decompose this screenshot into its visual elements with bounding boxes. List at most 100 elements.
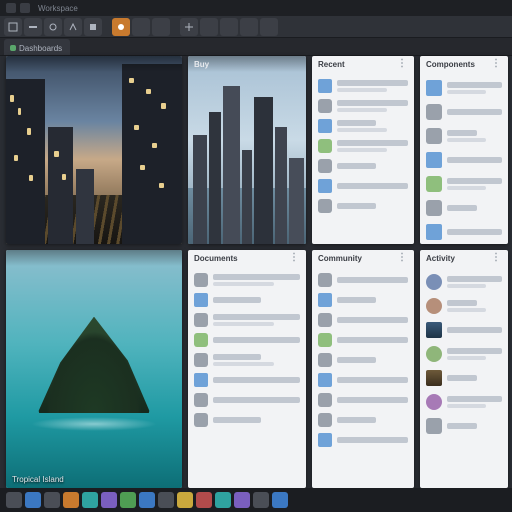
taskbar-app[interactable] — [63, 492, 79, 508]
list-item[interactable] — [318, 430, 408, 450]
menu-icon[interactable]: ⋮ — [491, 59, 502, 69]
taskbar-app[interactable] — [253, 492, 269, 508]
menu-icon[interactable]: ⋮ — [397, 59, 408, 69]
panel-title: Community — [318, 254, 362, 263]
taskbar-app[interactable] — [82, 492, 98, 508]
panel-title: Buy — [194, 60, 209, 69]
toolbar-button[interactable] — [240, 18, 258, 36]
workspace-grid: Buy Recent ⋮ Components ⋮ — [6, 56, 508, 488]
taskbar-app[interactable] — [44, 492, 60, 508]
taskbar-app[interactable] — [139, 492, 155, 508]
toolbar-button[interactable] — [152, 18, 170, 36]
taskbar-app[interactable] — [196, 492, 212, 508]
window-control-icon[interactable] — [20, 3, 30, 13]
taskbar-app[interactable] — [234, 492, 250, 508]
panel-image-island[interactable]: Tropical Island — [6, 250, 182, 488]
start-button[interactable] — [6, 492, 22, 508]
item-icon — [318, 293, 332, 307]
item-icon — [194, 273, 208, 287]
item-icon — [426, 200, 442, 216]
toolbar-button[interactable] — [132, 18, 150, 36]
taskbar-app[interactable] — [101, 492, 117, 508]
tab-status-icon — [10, 45, 16, 51]
list-item[interactable] — [426, 270, 502, 294]
item-icon — [426, 152, 442, 168]
avatar-icon — [426, 394, 442, 410]
activity-list — [420, 266, 508, 488]
menu-icon[interactable]: ⋮ — [289, 253, 300, 263]
item-icon — [318, 199, 332, 213]
list-item[interactable] — [194, 410, 300, 430]
panel-components: Components ⋮ — [420, 56, 508, 244]
item-icon — [194, 413, 208, 427]
tab-dashboards[interactable]: Dashboards — [4, 39, 70, 55]
taskbar-app[interactable] — [158, 492, 174, 508]
list-item[interactable] — [318, 96, 408, 116]
recent-list — [312, 72, 414, 244]
list-item[interactable] — [194, 290, 300, 310]
toolbar-button[interactable] — [180, 18, 198, 36]
list-item[interactable] — [318, 350, 408, 370]
list-item[interactable] — [426, 220, 502, 244]
toolbar-button[interactable] — [220, 18, 238, 36]
taskbar-app[interactable] — [177, 492, 193, 508]
toolbar-button[interactable] — [84, 18, 102, 36]
list-item[interactable] — [318, 330, 408, 350]
list-item[interactable] — [318, 136, 408, 156]
list-item[interactable] — [426, 414, 502, 438]
taskbar-app[interactable] — [25, 492, 41, 508]
list-item[interactable] — [194, 390, 300, 410]
list-item[interactable] — [318, 156, 408, 176]
list-item[interactable] — [318, 270, 408, 290]
taskbar-app[interactable] — [215, 492, 231, 508]
toolbar-button[interactable] — [200, 18, 218, 36]
item-icon — [426, 104, 442, 120]
list-item[interactable] — [318, 196, 408, 216]
panel-activity: Activity ⋮ — [420, 250, 508, 488]
toolbar-button[interactable] — [44, 18, 62, 36]
list-item[interactable] — [318, 410, 408, 430]
list-item[interactable] — [426, 294, 502, 318]
titlebar-app-name: Workspace — [38, 4, 78, 13]
avatar-icon — [426, 298, 442, 314]
panel-image-skyline[interactable]: Buy — [188, 56, 306, 244]
list-item[interactable] — [318, 76, 408, 96]
list-item[interactable] — [426, 148, 502, 172]
window-control-icon[interactable] — [6, 3, 16, 13]
list-item[interactable] — [318, 116, 408, 136]
list-item[interactable] — [194, 370, 300, 390]
taskbar-app[interactable] — [120, 492, 136, 508]
list-item[interactable] — [426, 196, 502, 220]
item-icon — [318, 79, 332, 93]
toolbar-button-highlight[interactable] — [112, 18, 130, 36]
list-item[interactable] — [426, 390, 502, 414]
list-item[interactable] — [194, 270, 300, 290]
panel-title: Recent — [318, 60, 345, 69]
list-item[interactable] — [194, 310, 300, 330]
list-item[interactable] — [194, 330, 300, 350]
taskbar-app[interactable] — [272, 492, 288, 508]
item-icon — [318, 159, 332, 173]
toolbar-button[interactable] — [64, 18, 82, 36]
list-item[interactable] — [426, 342, 502, 366]
list-item[interactable] — [426, 172, 502, 196]
item-icon — [426, 224, 442, 240]
list-item[interactable] — [318, 176, 408, 196]
list-item[interactable] — [426, 366, 502, 390]
toolbar-button[interactable] — [260, 18, 278, 36]
menu-icon[interactable]: ⋮ — [491, 253, 502, 263]
list-item[interactable] — [318, 290, 408, 310]
list-item[interactable] — [318, 310, 408, 330]
list-item[interactable] — [426, 124, 502, 148]
panel-title: Activity — [426, 254, 455, 263]
list-item[interactable] — [426, 318, 502, 342]
menu-icon[interactable]: ⋮ — [397, 253, 408, 263]
list-item[interactable] — [426, 76, 502, 100]
list-item[interactable] — [194, 350, 300, 370]
toolbar-button[interactable] — [4, 18, 22, 36]
toolbar-button[interactable] — [24, 18, 42, 36]
list-item[interactable] — [318, 390, 408, 410]
panel-image-city[interactable] — [6, 56, 182, 244]
list-item[interactable] — [426, 100, 502, 124]
list-item[interactable] — [318, 370, 408, 390]
